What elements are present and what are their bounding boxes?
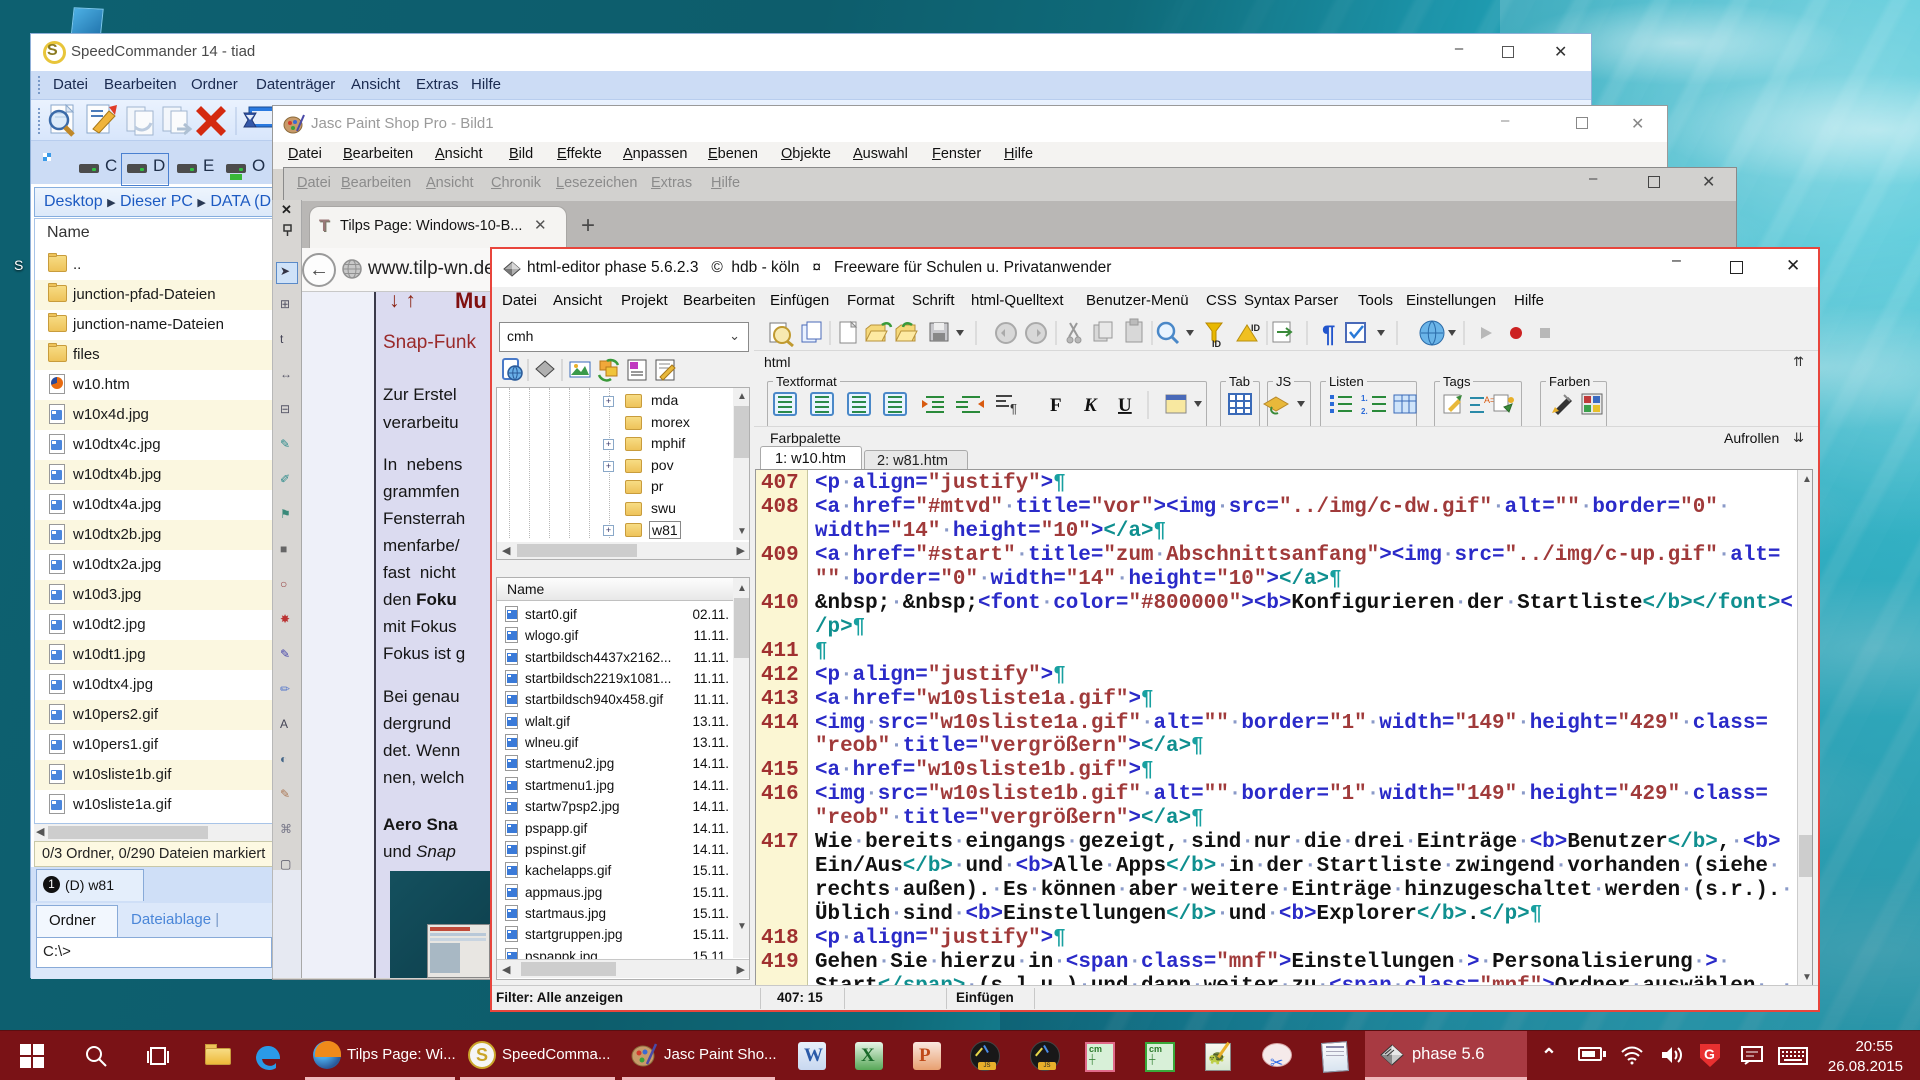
svg-text:ID: ID: [1251, 323, 1261, 333]
svg-text:2.: 2.: [1361, 407, 1368, 416]
svg-text:ID: ID: [1212, 339, 1222, 349]
svg-text:1.: 1.: [1361, 394, 1368, 403]
svg-text:K: K: [1083, 395, 1098, 416]
svg-text:F: F: [1050, 395, 1062, 416]
svg-text:¶: ¶: [1322, 321, 1335, 348]
svg-text:U: U: [1118, 395, 1132, 416]
svg-text:¶: ¶: [1010, 401, 1017, 416]
